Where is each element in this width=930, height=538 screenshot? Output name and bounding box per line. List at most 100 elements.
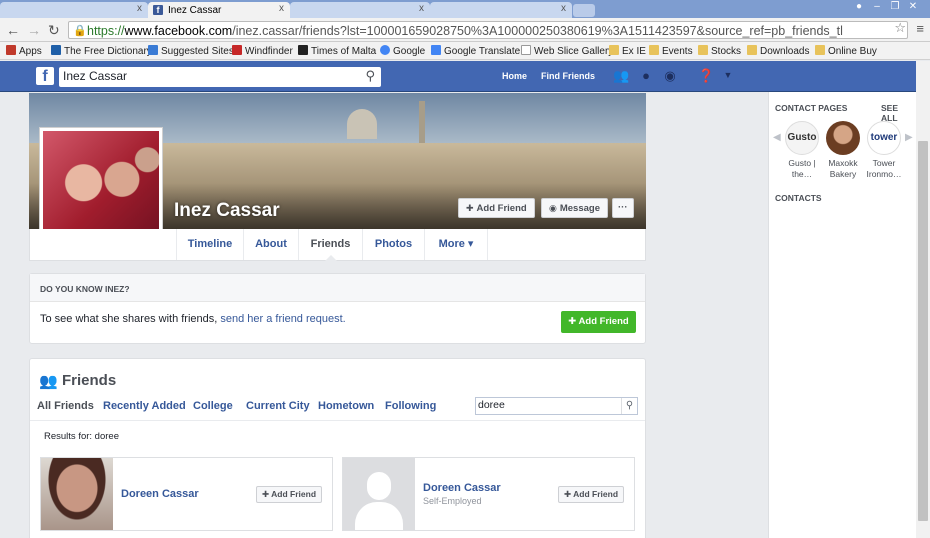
close-icon[interactable]: x [419,3,424,14]
close-icon[interactable]: x [279,3,284,14]
find-friends-link[interactable]: Find Friends [541,71,595,81]
minimize-icon[interactable]: – [868,1,886,12]
facebook-logo-icon[interactable]: f [36,67,54,85]
tab-hometown[interactable]: Hometown [318,400,374,412]
send-friend-request-link[interactable]: send her a friend request. [220,313,345,325]
facebook-search-box[interactable]: ⚲ [59,67,381,87]
friend-name-link[interactable]: Doreen Cassar [423,482,501,494]
close-icon[interactable]: x [137,3,142,14]
page-icon [521,45,531,55]
bookmark-stocks[interactable]: Stocks [698,45,741,57]
restore-icon[interactable]: ❐ [886,1,904,12]
browser-tab-4[interactable]: x [430,2,572,18]
do-you-know-box: DO YOU KNOW INEZ? To see what she shares… [29,273,646,344]
add-friend-green-label: Add Friend [578,316,629,327]
browser-tab-1[interactable]: x [0,2,148,18]
divider [30,420,645,421]
tab-friends[interactable]: Friends [299,229,363,261]
tab-college[interactable]: College [193,400,233,412]
user-icon[interactable]: ● [850,1,868,12]
contact-page-gusto[interactable]: Gusto Gusto | the… [781,121,823,180]
friends-search-box[interactable]: ⚲ [475,397,638,415]
cover-dome [347,109,377,139]
bookmark-times-of-malta[interactable]: Times of Malta [298,45,376,57]
tab-timeline[interactable]: Timeline [176,229,244,260]
bookmark-online-buy[interactable]: Online Buy [815,45,877,57]
message-icon: ◉ [549,203,557,213]
friends-search-input[interactable] [478,399,618,411]
message-button[interactable]: ◉ Message [541,198,608,218]
chevron-right-icon[interactable]: ▶ [905,132,913,143]
add-friend-button[interactable]: ✚ Add Friend [558,486,625,503]
home-link[interactable]: Home [502,71,527,81]
bookmark-ex-ie[interactable]: Ex IE [609,45,646,57]
notifications-globe-icon[interactable]: ◉ [662,68,678,84]
facebook-search-input[interactable] [63,69,343,83]
message-label: Message [559,203,600,214]
see-all-link[interactable]: SEE ALL [881,103,916,123]
search-icon[interactable]: ⚲ [621,398,637,414]
close-icon[interactable]: x [561,3,566,14]
profile-name[interactable]: Inez Cassar [174,200,280,222]
tab-all-friends[interactable]: All Friends [37,400,94,412]
friend-avatar[interactable] [41,458,113,530]
chevron-left-icon[interactable]: ◀ [773,132,781,143]
tab-about[interactable]: About [244,229,299,260]
contact-pages-heading: CONTACT PAGES [775,103,848,113]
search-icon[interactable]: ⚲ [365,68,375,84]
bookmark-events[interactable]: Events [649,45,693,57]
add-friend-green-button[interactable]: ✚ Add Friend [561,311,636,333]
friend-subtitle: Self-Employed [423,496,482,506]
bookmark-label: Stocks [711,46,742,57]
bookmark-star-icon[interactable]: ☆ [894,20,906,36]
contact-page-maxokk[interactable]: Maxokk Bakery [822,121,864,180]
add-friend-label: Add Friend [271,489,317,499]
bookmark-google-translate[interactable]: Google Translate [431,45,520,57]
bookmark-web-slice-gallery[interactable]: Web Slice Gallery [521,45,613,57]
tab-photos[interactable]: Photos [363,229,425,260]
back-icon[interactable]: ← [6,22,20,38]
add-friend-button[interactable]: ✚ Add Friend [256,486,323,503]
scrollbar-thumb[interactable] [918,141,928,521]
bookmark-apps[interactable]: Apps [6,45,42,57]
friend-requests-icon[interactable]: 👥 [613,68,629,84]
close-window-icon[interactable]: ✕ [904,1,922,12]
silhouette-head [367,472,391,500]
add-friend-button[interactable]: ✚ Add Friend [458,198,535,218]
bookmarks-bar: Apps The Free Dictionary Suggested Sites… [0,42,930,60]
tab-title: Inez Cassar [168,5,222,16]
browser-tab-strip: x f Inez Cassar x x x ● – ❐ ✕ [0,0,930,18]
more-options-button[interactable]: ··· [612,198,634,218]
add-friend-icon: ✚ [564,489,574,499]
url-input[interactable]: 🔒 https://www.facebook.com/inez.cassar/f… [68,21,908,39]
bookmark-windfinder[interactable]: Windfinder [232,45,293,57]
tab-more[interactable]: More ▾ [425,229,488,260]
bookmark-label: Windfinder [245,46,293,57]
forward-icon[interactable]: → [27,22,41,38]
page-scrollbar[interactable] [916,61,930,538]
bookmark-google[interactable]: Google [380,45,425,57]
add-friend-icon: ✚ [466,203,474,213]
friend-name-link[interactable]: Doreen Cassar [121,488,199,500]
bookmark-downloads[interactable]: Downloads [747,45,809,57]
bookmark-free-dictionary[interactable]: The Free Dictionary [51,45,152,57]
bookmark-suggested-sites[interactable]: Suggested Sites [148,45,234,57]
tab-recently-added[interactable]: Recently Added [103,400,186,412]
contact-page-name: Tower Ironmo… [866,158,902,179]
messenger-icon[interactable]: ● [638,68,654,84]
reload-icon[interactable]: ↻ [48,22,60,39]
account-chevron-down-icon[interactable]: ▼ [720,70,736,86]
tab-following[interactable]: Following [385,400,436,412]
friend-avatar-placeholder[interactable] [343,458,415,530]
silhouette-body [355,502,403,530]
friends-title[interactable]: Friends [62,372,116,389]
friend-card: Doreen Cassar ✚ Add Friend [40,457,333,531]
help-question-icon[interactable]: ❓ [698,68,714,84]
contact-page-tower[interactable]: tower Tower Ironmo… [863,121,905,180]
browser-tab-3[interactable]: x [290,2,430,18]
chrome-menu-icon[interactable]: ≡ [916,21,924,36]
new-tab-button[interactable] [573,4,595,17]
browser-tab-active[interactable]: f Inez Cassar x [148,2,290,18]
bookmark-label: Web Slice Gallery [534,46,614,57]
tab-current-city[interactable]: Current City [246,400,310,412]
